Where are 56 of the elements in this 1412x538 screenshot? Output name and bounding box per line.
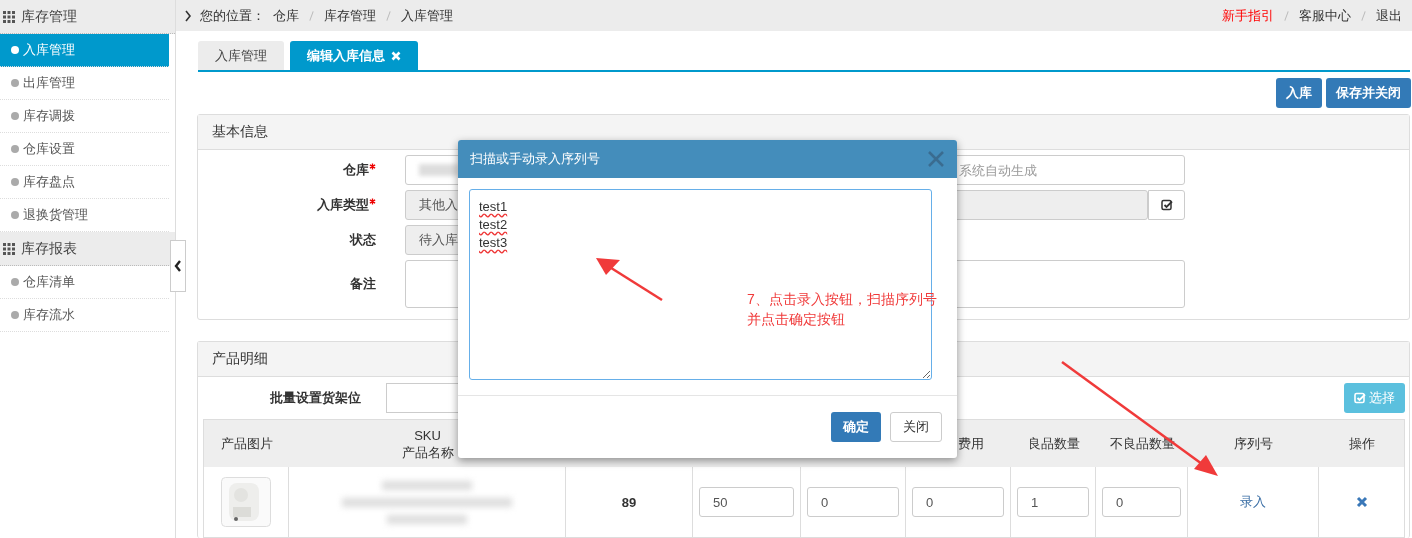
required-icon — [369, 198, 376, 206]
sidebar-item[interactable]: 仓库清单 — [0, 266, 169, 299]
action-button[interactable]: 保存并关闭 — [1326, 78, 1411, 109]
dialog-button[interactable]: 确定 — [831, 412, 881, 442]
chevron-right-icon — [184, 9, 192, 22]
required-icon — [369, 163, 376, 171]
grid-icon — [3, 242, 15, 255]
header-link[interactable]: 退出 — [1376, 6, 1402, 25]
section-title: 库存管理 — [21, 7, 77, 26]
column-header: 良品数量 — [1027, 435, 1080, 452]
input-field[interactable]: 0 — [912, 487, 1004, 517]
sidebar-section-header[interactable]: 库存管理 — [0, 0, 175, 34]
table-cell: 89 — [621, 494, 637, 510]
sidebar-section-header[interactable]: 库存报表 — [0, 232, 175, 266]
header-link[interactable]: 客服中心 — [1299, 6, 1351, 25]
tab[interactable]: 入库管理 — [198, 41, 284, 71]
input-field[interactable]: 0 — [807, 487, 899, 517]
column-header: 产品图片 — [220, 435, 273, 452]
column-header: 费用 — [958, 435, 984, 452]
chevron-left-icon — [174, 260, 182, 272]
breadcrumb-link[interactable]: 库存管理 — [324, 6, 376, 25]
column-header: 操作 — [1348, 435, 1375, 452]
checkbox-icon — [1160, 199, 1173, 212]
action-button[interactable]: 入库 — [1276, 78, 1322, 109]
field-label: 批量设置货架位 — [270, 389, 362, 407]
section-title: 库存报表 — [21, 239, 77, 258]
column-header: SKU 产品名称 — [401, 426, 454, 461]
input-field[interactable]: 50 — [699, 487, 794, 517]
collapse-button[interactable] — [170, 240, 186, 292]
sidebar-item[interactable]: 库存调拨 — [0, 100, 169, 133]
select-button[interactable] — [1148, 190, 1185, 221]
checkbox-icon — [1354, 392, 1366, 404]
field-label: 备注 — [349, 275, 376, 294]
input-field[interactable]: 1 — [1017, 487, 1089, 517]
breadcrumb-link[interactable]: 仓库 — [273, 6, 299, 25]
sidebar-item[interactable]: 仓库设置 — [0, 133, 169, 166]
dialog-title: 扫描或手动录入序列号 — [470, 150, 600, 168]
delete-icon[interactable] — [1355, 496, 1368, 508]
dialog-button[interactable]: 关闭 — [890, 412, 942, 442]
sidebar-item[interactable]: 出库管理 — [0, 67, 169, 100]
field-label: 入库类型 — [198, 196, 376, 215]
sidebar-item[interactable]: 库存盘点 — [0, 166, 169, 199]
annotation-text: 并点击确定按钮 — [747, 310, 846, 329]
redacted-text — [419, 164, 459, 177]
field-label: 状态 — [348, 231, 376, 250]
sidebar-item[interactable]: 库存流水 — [0, 299, 169, 332]
grid-icon — [3, 10, 15, 23]
input-field[interactable]: 0 — [1102, 487, 1181, 517]
annotation-arrow — [596, 258, 663, 302]
enter-link[interactable]: 录入 — [1240, 493, 1266, 511]
panel-title: 产品明细 — [212, 350, 268, 368]
column-header: 序列号 — [1234, 435, 1273, 452]
breadcrumb-link[interactable]: 入库管理 — [401, 6, 453, 25]
panel-title: 基本信息 — [212, 123, 268, 142]
field-label: 仓库 — [198, 161, 376, 180]
breadcrumb-label: 您的位置： — [200, 6, 265, 25]
